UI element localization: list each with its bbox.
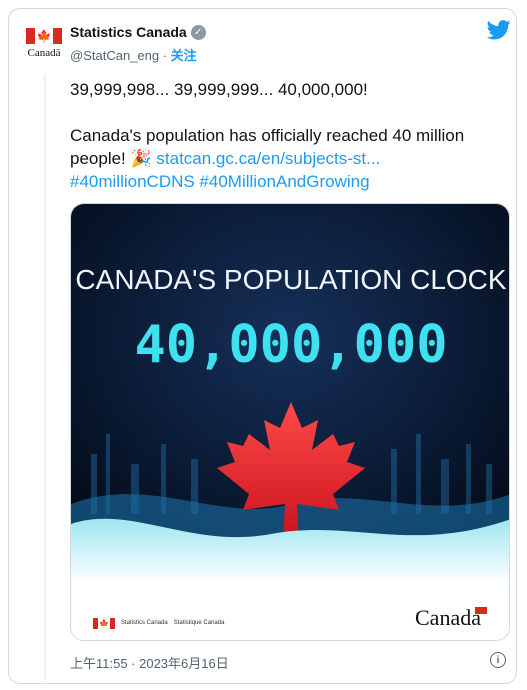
tweet-media-image[interactable]: CANADA'S POPULATION CLOCK 40,000,000 🍁 S… — [70, 203, 510, 641]
canada-flag-small-icon: 🍁 — [93, 618, 115, 629]
tweet-hashtags[interactable]: #40millionCDNS #40MillionAndGrowing — [70, 170, 370, 193]
statcan-logo-fr: Statistique Canada — [173, 620, 225, 626]
tweet-line-3-text: people! 🎉 — [70, 149, 157, 168]
statcan-logo-en: Statistics Canada — [121, 620, 168, 626]
separator: · — [159, 48, 171, 63]
population-counter: 40,000,000 — [134, 315, 447, 375]
thread-line — [44, 74, 46, 684]
canada-wordmark: Canada — [415, 605, 487, 631]
handle[interactable]: @StatCan_eng — [70, 48, 159, 63]
tweet-link[interactable]: statcan.gc.ca/en/subjects-st... — [156, 149, 380, 168]
verified-badge-icon: ✓ — [190, 24, 206, 40]
tweet-line-1: 39,999,998... 39,999,999... 40,000,000! — [70, 80, 368, 99]
display-name[interactable]: Statistics Canada — [70, 24, 187, 40]
poster-title: CANADA'S POPULATION CLOCK — [75, 264, 506, 295]
population-clock-poster: CANADA'S POPULATION CLOCK 40,000,000 — [71, 204, 509, 584]
statcan-logo: 🍁 Statistics Canada Statistique Canada — [93, 618, 224, 629]
canada-wordmark-text: Canada — [415, 605, 481, 630]
tweet-line-2: Canada's population has officially reach… — [70, 126, 465, 145]
canada-flag-icon: 🍁 — [26, 28, 62, 44]
follow-button[interactable]: 关注 — [171, 48, 197, 63]
author-handle-row: @StatCan_eng · 关注 — [70, 45, 197, 64]
twitter-bird-icon[interactable] — [487, 20, 511, 40]
avatar-wordmark: Canadä — [27, 47, 61, 59]
author-name-row: Statistics Canada ✓ — [70, 24, 206, 40]
tweet-line-3: people! 🎉 statcan.gc.ca/en/subjects-st..… — [70, 147, 380, 170]
info-icon[interactable]: i — [490, 652, 506, 668]
wordmark-flag-icon — [474, 607, 487, 614]
avatar[interactable]: 🍁 Canadä — [24, 28, 64, 68]
tweet-timestamp[interactable]: 上午11:55 · 2023年6月16日 — [70, 653, 229, 672]
